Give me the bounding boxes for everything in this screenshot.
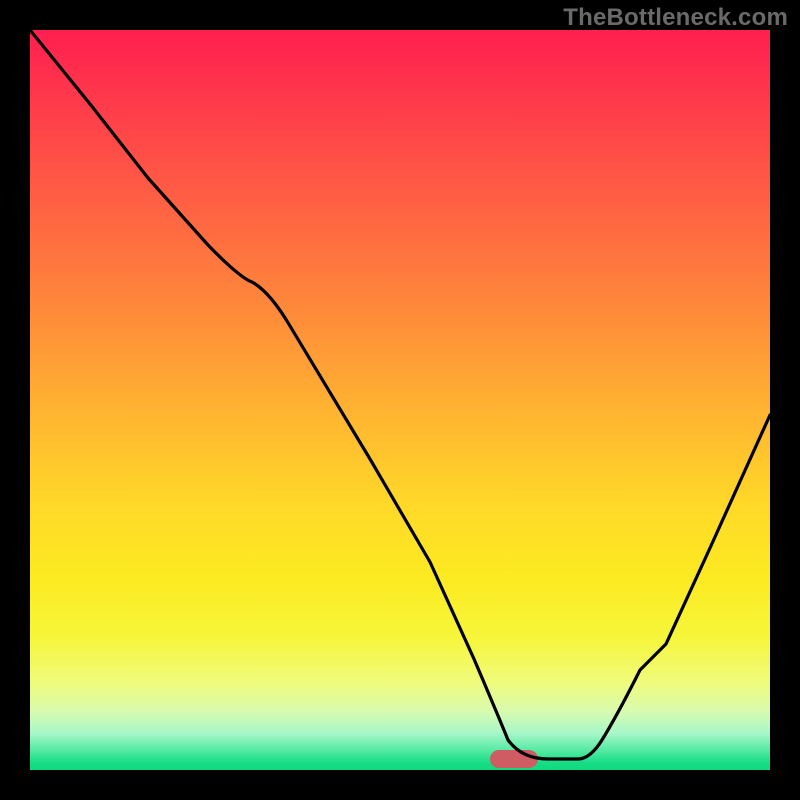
watermark-text: TheBottleneck.com xyxy=(563,4,788,32)
chart-frame: TheBottleneck.com xyxy=(0,0,800,800)
plot-area xyxy=(30,30,770,770)
bottleneck-curve xyxy=(30,30,770,770)
curve-path xyxy=(30,30,770,759)
